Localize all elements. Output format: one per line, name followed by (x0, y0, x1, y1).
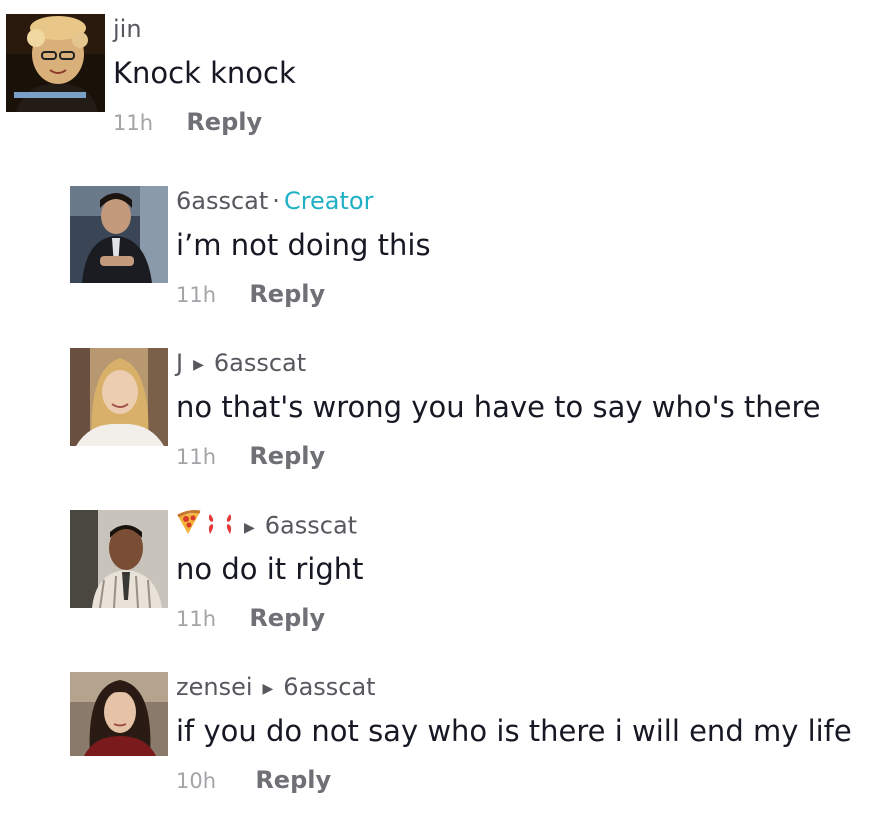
username[interactable]: 6asscat (176, 187, 268, 215)
comment-footer: 11h Reply (176, 280, 431, 308)
timestamp: 10h (176, 769, 217, 793)
timestamp: 11h (176, 283, 217, 307)
anger-emoji-icon (208, 514, 232, 534)
comment-author[interactable]: 6asscat · Creator (176, 186, 431, 216)
username-emojis[interactable] (176, 510, 234, 543)
comment-author[interactable]: J ▶ 6asscat (176, 348, 821, 378)
reply-button[interactable]: Reply (249, 604, 325, 632)
comment-author[interactable]: ▶ 6asscat (176, 510, 364, 540)
avatar-6asscat[interactable] (70, 186, 168, 283)
comment-emoji-user: ▶ 6asscat no do it right 11h Reply (70, 510, 866, 650)
timestamp: 11h (176, 607, 217, 631)
comment-author[interactable]: jin (113, 14, 296, 44)
comment-footer: 11h Reply (176, 604, 364, 632)
reply-button[interactable]: Reply (186, 108, 262, 136)
comment-jin: jin Knock knock 11h Reply (6, 14, 866, 164)
comment-text: i’m not doing this (176, 228, 431, 262)
reply-arrow-icon: ▶ (193, 357, 204, 373)
reply-arrow-icon: ▶ (262, 681, 274, 697)
reply-button[interactable]: Reply (249, 280, 325, 308)
comment-j: J ▶ 6asscat no that's wrong you have to sa… (70, 348, 866, 488)
username[interactable]: J (176, 349, 183, 377)
timestamp: 11h (113, 111, 154, 135)
comment-zensei: zensei ▶ 6asscat if you do not say who is … (70, 672, 866, 812)
pizza-emoji-icon (177, 510, 232, 534)
reply-to-username[interactable]: 6asscat (214, 349, 306, 377)
comment-footer: 11h Reply (113, 108, 296, 136)
creator-badge: Creator (283, 187, 374, 215)
avatar-j[interactable] (70, 348, 168, 446)
username[interactable]: zensei (176, 673, 253, 701)
reply-button[interactable]: Reply (255, 766, 331, 794)
reply-to-username[interactable]: 6asscat (265, 512, 357, 540)
comment-6asscat: 6asscat · Creator i’m not doing this 11h R… (70, 186, 866, 326)
comment-footer: 11h Reply (176, 442, 821, 470)
comment-footer: 10h Reply (176, 766, 852, 794)
comment-text: no do it right (176, 552, 364, 586)
avatar-zensei[interactable] (70, 672, 168, 756)
comment-author[interactable]: zensei ▶ 6asscat (176, 672, 852, 702)
timestamp: 11h (176, 445, 217, 469)
reply-arrow-icon: ▶ (244, 519, 255, 536)
reply-button[interactable]: Reply (249, 442, 325, 470)
avatar-emoji-user[interactable] (70, 510, 168, 608)
comment-text: if you do not say who is there i will en… (176, 714, 852, 748)
comment-text: Knock knock (113, 56, 296, 90)
comment-text: no that's wrong you have to say who's th… (176, 390, 821, 424)
username[interactable]: jin (113, 15, 142, 43)
creator-separator: · (272, 187, 280, 215)
avatar-jin[interactable] (6, 14, 105, 112)
reply-to-username[interactable]: 6asscat (283, 673, 375, 701)
